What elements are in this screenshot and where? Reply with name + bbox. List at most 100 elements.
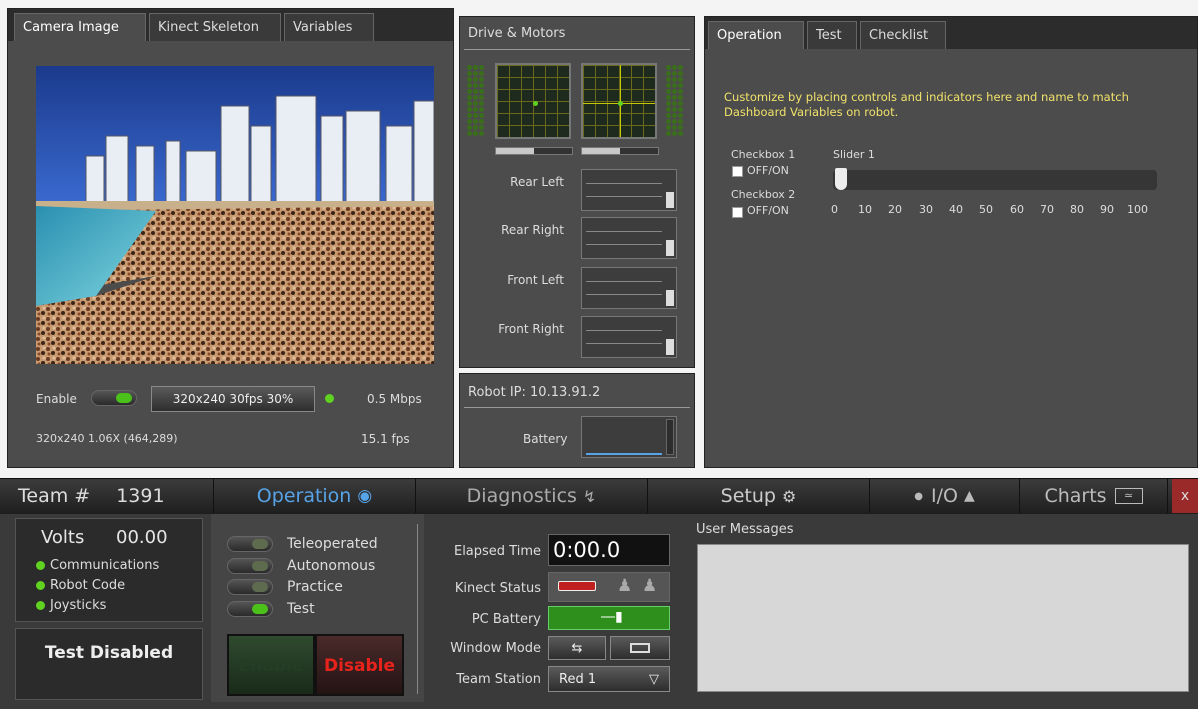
nav-io-label: I/O xyxy=(930,485,958,507)
operation-panel: Operation Test Checklist Customize by pl… xyxy=(704,16,1198,468)
right-led-column xyxy=(666,65,684,136)
pc-battery-label: PC Battery xyxy=(471,612,541,627)
mode-toggle-test[interactable] xyxy=(227,601,273,617)
volts-value: 00.00 xyxy=(116,527,168,548)
mode-label-teleoperated[interactable]: Teleoperated xyxy=(287,536,378,552)
joystick-icon: ▲ xyxy=(963,488,975,504)
toggle-knob xyxy=(252,604,268,614)
nav-diagnostics-label: Diagnostics xyxy=(466,485,577,507)
checkbox2[interactable] xyxy=(732,207,743,218)
user-messages-box[interactable] xyxy=(697,544,1189,692)
status-box: Volts 00.00 Communications Robot Code Jo… xyxy=(15,518,203,622)
camera-enable-toggle[interactable] xyxy=(91,390,137,406)
toggle-knob xyxy=(252,561,268,571)
slider1-label: Slider 1 xyxy=(833,148,875,161)
window-mode-default-button[interactable] xyxy=(610,636,670,660)
disable-button[interactable]: Disable xyxy=(315,634,404,696)
motor-gauge-front-left xyxy=(581,267,677,309)
indicator-communications: Communications xyxy=(36,558,159,573)
robot-info-panel: Robot IP: 10.13.91.2 Battery xyxy=(459,373,695,468)
left-led-column xyxy=(467,65,485,136)
toggle-knob xyxy=(252,539,268,549)
steering-wheel-icon: ◉ xyxy=(357,486,373,506)
status-led xyxy=(36,601,45,610)
plug-icon: ―▮ xyxy=(601,609,623,625)
toggle-knob xyxy=(116,393,132,403)
slider1-thumb[interactable] xyxy=(835,168,847,190)
chevron-down-icon: ▽ xyxy=(649,671,659,687)
camera-status-led xyxy=(325,394,334,403)
bottom-nav-bar: Team # 1391 Operation ◉ Diagnostics ↯ Se… xyxy=(0,478,1198,514)
camera-tabbar: Camera Image Kinect Skeleton Variables xyxy=(8,9,453,41)
mode-panel: Teleoperated Autonomous Practice Test En… xyxy=(211,514,424,702)
mode-label-autonomous[interactable]: Autonomous xyxy=(287,558,375,574)
mode-label-practice[interactable]: Practice xyxy=(287,579,343,595)
elapsed-time-label: Elapsed Time xyxy=(453,544,541,559)
motor-gauge-rear-right xyxy=(581,217,677,259)
right-joystick-plot xyxy=(581,63,657,139)
tab-checklist[interactable]: Checklist xyxy=(860,21,946,49)
slider-tick: 80 xyxy=(1070,203,1084,216)
fps-readout: 15.1 fps xyxy=(361,432,410,446)
slider1-track[interactable] xyxy=(833,168,1157,190)
slider1-ticks: 0 10 20 30 40 50 60 70 80 90 100 xyxy=(831,193,1165,223)
slider-tick: 100 xyxy=(1127,203,1148,216)
drive-motors-panel: Drive & Motors Rear Left Rear Right Fron… xyxy=(459,16,695,368)
motor-label-rear-left: Rear Left xyxy=(510,175,564,189)
motor-label-front-left: Front Left xyxy=(507,273,564,287)
battery-gauge xyxy=(581,416,677,458)
mode-toggle-teleoperated[interactable] xyxy=(227,536,273,552)
indicator-label: Robot Code xyxy=(50,578,126,593)
status-led xyxy=(36,581,45,590)
instructions-text: Customize by placing controls and indica… xyxy=(724,90,1129,119)
ip-divider xyxy=(464,407,690,408)
enable-button[interactable]: Enable xyxy=(227,634,315,696)
checkbox2-label: Checkbox 2 xyxy=(731,188,796,201)
window-mode-docked-button[interactable]: ⇆ xyxy=(548,636,606,660)
checkbox1[interactable] xyxy=(732,166,743,177)
camera-image xyxy=(36,66,434,364)
mode-toggle-practice[interactable] xyxy=(227,579,273,595)
nav-setup[interactable]: Setup ⚙ xyxy=(648,479,870,513)
tab-operation[interactable]: Operation xyxy=(708,21,804,49)
user-messages-title: User Messages xyxy=(696,522,794,537)
operation-tabbar: Operation Test Checklist xyxy=(705,17,1197,49)
slider-tick: 50 xyxy=(979,203,993,216)
tab-kinect-skeleton[interactable]: Kinect Skeleton xyxy=(149,13,281,41)
team-number: 1391 xyxy=(116,485,165,507)
nav-charts[interactable]: Charts ≃ xyxy=(1020,479,1168,513)
mode-toggle-autonomous[interactable] xyxy=(227,558,273,574)
tab-camera-image[interactable]: Camera Image xyxy=(14,13,146,41)
team-label: Team # xyxy=(18,485,91,507)
team-station-select[interactable]: Red 1 ▽ xyxy=(548,666,670,692)
nav-diagnostics[interactable]: Diagnostics ↯ xyxy=(416,479,648,513)
tab-test[interactable]: Test xyxy=(807,21,857,49)
vertical-divider xyxy=(417,524,418,694)
motor-gauge-rear-left xyxy=(581,169,677,211)
close-button[interactable]: x xyxy=(1172,479,1198,513)
left-throttle-bar xyxy=(495,147,573,155)
bandwidth-readout: 0.5 Mbps xyxy=(367,392,422,406)
tab-variables[interactable]: Variables xyxy=(284,13,374,41)
mode-label-test[interactable]: Test xyxy=(287,601,315,617)
nav-operation[interactable]: Operation ◉ xyxy=(214,479,416,513)
team-station-value: Red 1 xyxy=(559,671,597,687)
slider-tick: 20 xyxy=(888,203,902,216)
slider-tick: 40 xyxy=(949,203,963,216)
indicator-robot-code: Robot Code xyxy=(36,578,125,593)
indicator-label: Communications xyxy=(50,558,160,573)
nav-io[interactable]: ● I/O ▲ xyxy=(870,479,1020,513)
nav-charts-label: Charts xyxy=(1044,485,1107,507)
checkbox1-text: OFF/ON xyxy=(747,164,789,177)
volts-label: Volts xyxy=(41,527,85,548)
gear-icon: ⚙ xyxy=(781,486,797,506)
title-divider xyxy=(464,49,690,50)
toggle-knob xyxy=(252,582,268,592)
slider-tick: 70 xyxy=(1040,203,1054,216)
indicator-label: Joysticks xyxy=(50,598,107,613)
enable-label: Enable xyxy=(36,392,77,406)
swap-icon: ⇆ xyxy=(571,640,583,656)
skeleton-icon: ♟ xyxy=(642,576,658,596)
camera-settings-button[interactable]: 320x240 30fps 30% xyxy=(151,386,315,412)
motor-label-front-right: Front Right xyxy=(498,322,564,336)
